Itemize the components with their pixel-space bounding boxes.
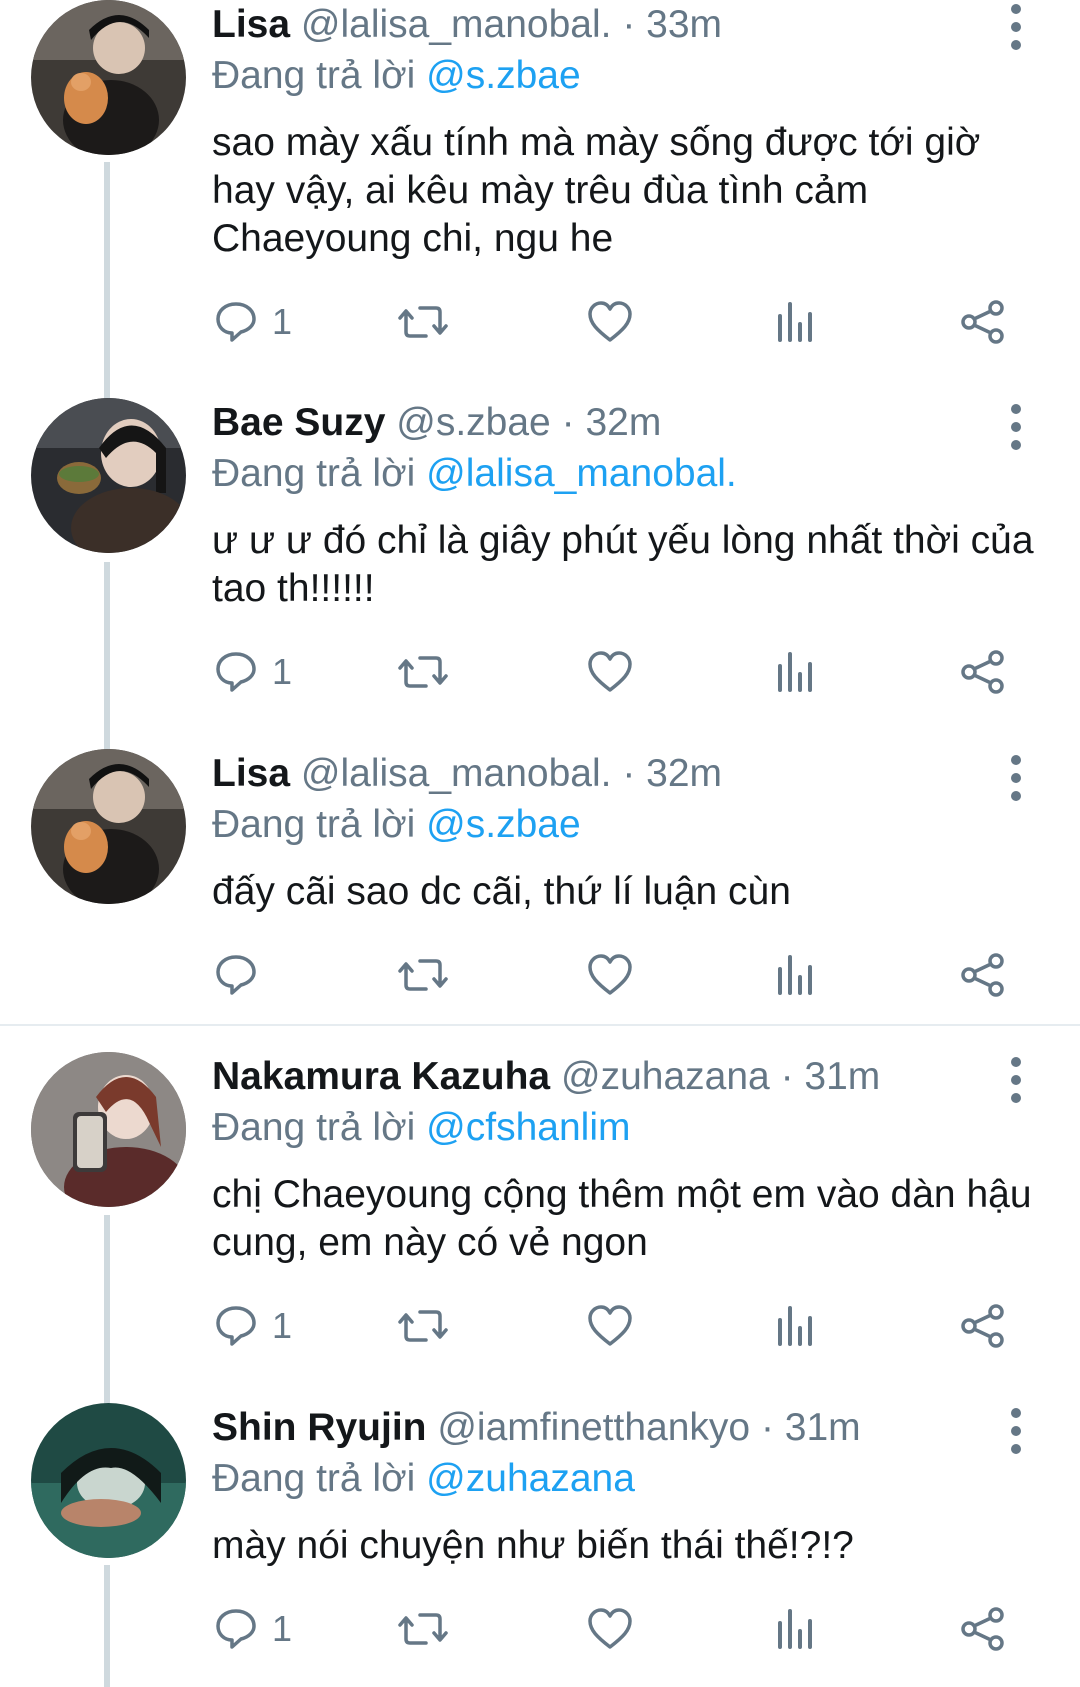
analytics-icon	[778, 302, 812, 342]
retweet-icon	[398, 1310, 448, 1342]
replying-label: Đang trả lời	[212, 452, 416, 495]
separator: ·	[780, 1055, 794, 1098]
replying-label: Đang trả lời	[212, 1457, 416, 1500]
tweet-text: đấy cãi sao dc cãi, thứ lí luận cùn	[212, 870, 791, 913]
action-bar: 1	[0, 292, 1080, 352]
more-options-icon[interactable]	[1000, 755, 1034, 805]
separator: ·	[561, 401, 575, 444]
avatar[interactable]	[31, 1052, 186, 1207]
mention-link[interactable]: @s.zbae	[426, 803, 581, 846]
display-name[interactable]: Lisa	[212, 752, 290, 795]
share-icon	[961, 650, 1004, 694]
display-name[interactable]: Bae Suzy	[212, 401, 385, 444]
reply-icon	[216, 955, 256, 995]
tweet[interactable]: Shin Ryujin @iamfinetthankyo · 31m Đang …	[0, 1403, 1080, 1687]
analytics-icon	[778, 1609, 812, 1649]
retweet-icon	[398, 959, 448, 991]
replying-to: Đang trả lời @cfshanlim	[212, 1105, 630, 1151]
separator: ·	[622, 3, 636, 46]
share-icon	[961, 1304, 1004, 1348]
timestamp[interactable]: 31m	[785, 1406, 861, 1449]
like-icon	[588, 954, 632, 995]
reply-count: 1	[272, 1305, 293, 1346]
user-handle[interactable]: @zuhazana	[561, 1055, 770, 1098]
more-options-icon[interactable]	[1000, 404, 1034, 454]
tweet-header: Lisa @lalisa_manobal. · 33m	[212, 2, 990, 48]
like-icon	[588, 301, 632, 342]
replying-label: Đang trả lời	[212, 54, 416, 97]
timestamp[interactable]: 32m	[646, 752, 722, 795]
analytics-icon	[778, 652, 812, 692]
display-name[interactable]: Lisa	[212, 3, 290, 46]
separator: ·	[622, 752, 636, 795]
more-options-icon[interactable]	[1000, 4, 1034, 54]
reply-icon	[216, 1306, 256, 1346]
reply-feed: Lisa @lalisa_manobal. · 33m Đang trả lời…	[0, 0, 1080, 1687]
reply-icon	[216, 652, 256, 692]
timestamp[interactable]: 31m	[804, 1055, 880, 1098]
analytics-icon	[778, 955, 812, 995]
avatar[interactable]	[31, 0, 186, 155]
tweet-header: Nakamura Kazuha @zuhazana · 31m	[212, 1054, 990, 1100]
user-handle[interactable]: @iamfinetthankyo	[437, 1406, 750, 1449]
analytics-icon	[778, 1306, 812, 1346]
tweet[interactable]: Lisa @lalisa_manobal. · 33m Đang trả lời…	[0, 0, 1080, 395]
user-handle[interactable]: @lalisa_manobal.	[301, 3, 612, 46]
reply-icon	[216, 302, 256, 342]
display-name[interactable]: Shin Ryujin	[212, 1406, 427, 1449]
avatar[interactable]	[31, 749, 186, 904]
replying-to: Đang trả lời @lalisa_manobal.	[212, 451, 737, 497]
share-icon	[961, 953, 1004, 997]
retweet-icon	[398, 306, 448, 338]
avatar[interactable]	[31, 1403, 186, 1558]
avatar[interactable]	[31, 398, 186, 553]
reply-icon	[216, 1609, 256, 1649]
tweet[interactable]: Nakamura Kazuha @zuhazana · 31m Đang trả…	[0, 1052, 1080, 1397]
more-options-icon[interactable]	[1000, 1057, 1034, 1107]
thread-divider	[0, 1024, 1080, 1026]
action-bar: 1	[0, 1599, 1080, 1659]
replying-to: Đang trả lời @s.zbae	[212, 802, 581, 848]
mention-link[interactable]: @lalisa_manobal.	[426, 452, 737, 495]
timestamp[interactable]: 33m	[646, 3, 722, 46]
tweet-text: mày nói chuyện như biến thái thế!?!?	[212, 1524, 854, 1567]
action-bar: 1	[0, 1296, 1080, 1356]
share-icon	[961, 300, 1004, 344]
mention-link[interactable]: @cfshanlim	[426, 1106, 630, 1149]
retweet-icon	[398, 1613, 448, 1645]
more-options-icon[interactable]	[1000, 1408, 1034, 1458]
reply-count: 1	[272, 1608, 293, 1649]
like-icon	[588, 651, 632, 692]
separator: ·	[760, 1406, 774, 1449]
tweet-text: ư ư ư đó chỉ là giây phút yếu lòng nhất …	[212, 519, 1034, 610]
reply-count: 1	[272, 301, 293, 342]
action-bar	[0, 945, 1080, 1005]
like-icon	[588, 1608, 632, 1649]
tweet-header: Bae Suzy @s.zbae · 32m	[212, 400, 990, 446]
like-icon	[588, 1305, 632, 1346]
replying-label: Đang trả lời	[212, 803, 416, 846]
reply-count: 1	[272, 651, 293, 692]
user-handle[interactable]: @s.zbae	[396, 401, 551, 444]
tweet-text: chị Chaeyoung cộng thêm một em vào dàn h…	[212, 1173, 1032, 1264]
mention-link[interactable]: @zuhazana	[426, 1457, 635, 1500]
user-handle[interactable]: @lalisa_manobal.	[301, 752, 612, 795]
display-name[interactable]: Nakamura Kazuha	[212, 1055, 550, 1098]
replying-to: Đang trả lời @zuhazana	[212, 1456, 635, 1502]
tweet-text: sao mày xấu tính mà mày sống được tới gi…	[212, 121, 981, 260]
tweet[interactable]: Bae Suzy @s.zbae · 32m Đang trả lời @lal…	[0, 398, 1080, 748]
action-bar: 1	[0, 642, 1080, 702]
replying-label: Đang trả lời	[212, 1106, 416, 1149]
tweet[interactable]: Lisa @lalisa_manobal. · 32m Đang trả lời…	[0, 749, 1080, 1019]
tweet-header: Shin Ryujin @iamfinetthankyo · 31m	[212, 1405, 990, 1451]
mention-link[interactable]: @s.zbae	[426, 54, 581, 97]
retweet-icon	[398, 656, 448, 688]
replying-to: Đang trả lời @s.zbae	[212, 53, 581, 99]
share-icon	[961, 1607, 1004, 1651]
timestamp[interactable]: 32m	[585, 401, 661, 444]
tweet-header: Lisa @lalisa_manobal. · 32m	[212, 751, 990, 797]
